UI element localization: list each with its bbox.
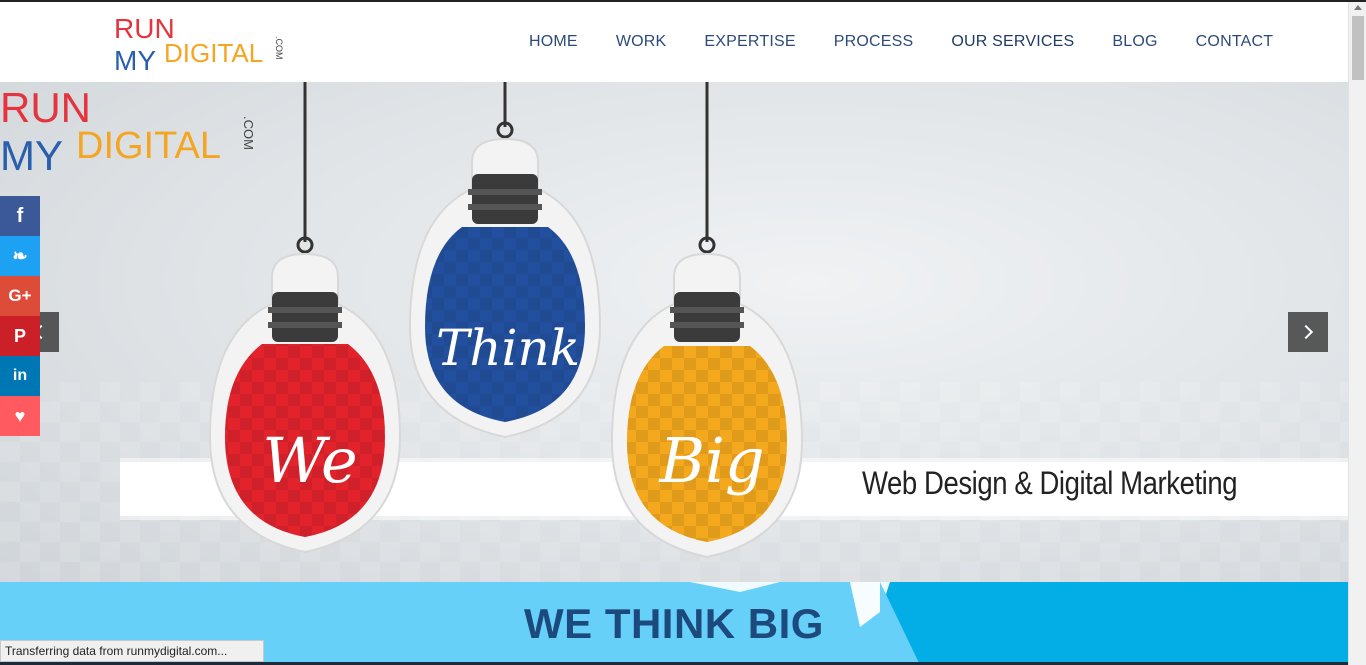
hero-logo-run: RUN xyxy=(0,84,91,131)
hero-logo-digital: DIGITAL xyxy=(76,125,221,167)
linkedin-share-button[interactable]: in xyxy=(0,356,40,396)
hero-slider: We Think Big RUN MY DIGITAL .COM Web Des… xyxy=(0,82,1348,582)
scroll-up-icon[interactable] xyxy=(1354,5,1362,10)
facebook-share-button[interactable]: f xyxy=(0,196,40,236)
nav-expertise[interactable]: EXPERTISE xyxy=(704,33,795,51)
hero-logo-com: .COM xyxy=(241,116,256,150)
linkedin-icon: in xyxy=(12,367,28,384)
logo-com-text: .COM xyxy=(274,36,284,60)
twitter-share-button[interactable]: ❧ xyxy=(0,236,40,276)
bulb-word-we: We xyxy=(262,424,357,497)
slider-next-button[interactable] xyxy=(1288,312,1328,352)
bulb-word-big: Big xyxy=(658,424,764,497)
scrollbar-thumb[interactable] xyxy=(1352,16,1364,80)
nav-home[interactable]: HOME xyxy=(529,33,578,51)
facebook-icon: f xyxy=(16,204,24,227)
love-share-button[interactable]: ♥ xyxy=(0,396,40,436)
nav-our-services[interactable]: OUR SERVICES xyxy=(951,33,1074,51)
site-header: RUN MY DIGITAL .COM HOME WORK EXPERTISE … xyxy=(0,2,1348,82)
pinterest-icon: P xyxy=(13,325,26,346)
pinterest-share-button[interactable]: P xyxy=(0,316,40,356)
logo-digital-text: DIGITAL xyxy=(164,38,263,68)
main-nav: HOME WORK EXPERTISE PROCESS OUR SERVICES… xyxy=(510,2,1292,82)
nav-contact[interactable]: CONTACT xyxy=(1196,33,1274,51)
site-logo[interactable]: RUN MY DIGITAL .COM xyxy=(114,12,284,74)
nav-work[interactable]: WORK xyxy=(616,33,667,51)
twitter-icon: ❧ xyxy=(12,245,28,266)
hero-tagline: Web Design & Digital Marketing xyxy=(862,465,1238,501)
hero-logo: RUN MY DIGITAL .COM xyxy=(0,84,256,179)
hero-logo-my: MY xyxy=(0,132,63,179)
bulb-think: Think xyxy=(408,121,602,439)
logo-my-text: MY xyxy=(114,45,156,74)
nav-blog[interactable]: BLOG xyxy=(1112,33,1157,51)
heart-icon: ♥ xyxy=(14,405,26,426)
chevron-right-icon xyxy=(1298,324,1314,340)
page-scrollbar[interactable] xyxy=(1348,2,1366,665)
bulb-word-think: Think xyxy=(436,319,580,377)
bulb-big: Big xyxy=(610,236,804,559)
page: RUN MY DIGITAL .COM HOME WORK EXPERTISE … xyxy=(0,0,1366,665)
bulb-we: We xyxy=(208,236,402,554)
google-plus-share-button[interactable]: G+ xyxy=(0,276,40,316)
google-plus-icon: G+ xyxy=(8,286,32,305)
nav-process[interactable]: PROCESS xyxy=(834,33,914,51)
social-share-bar: f ❧ G+ P in ♥ xyxy=(0,196,40,436)
browser-status-bar: Transferring data from runmydigital.com.… xyxy=(0,640,264,662)
